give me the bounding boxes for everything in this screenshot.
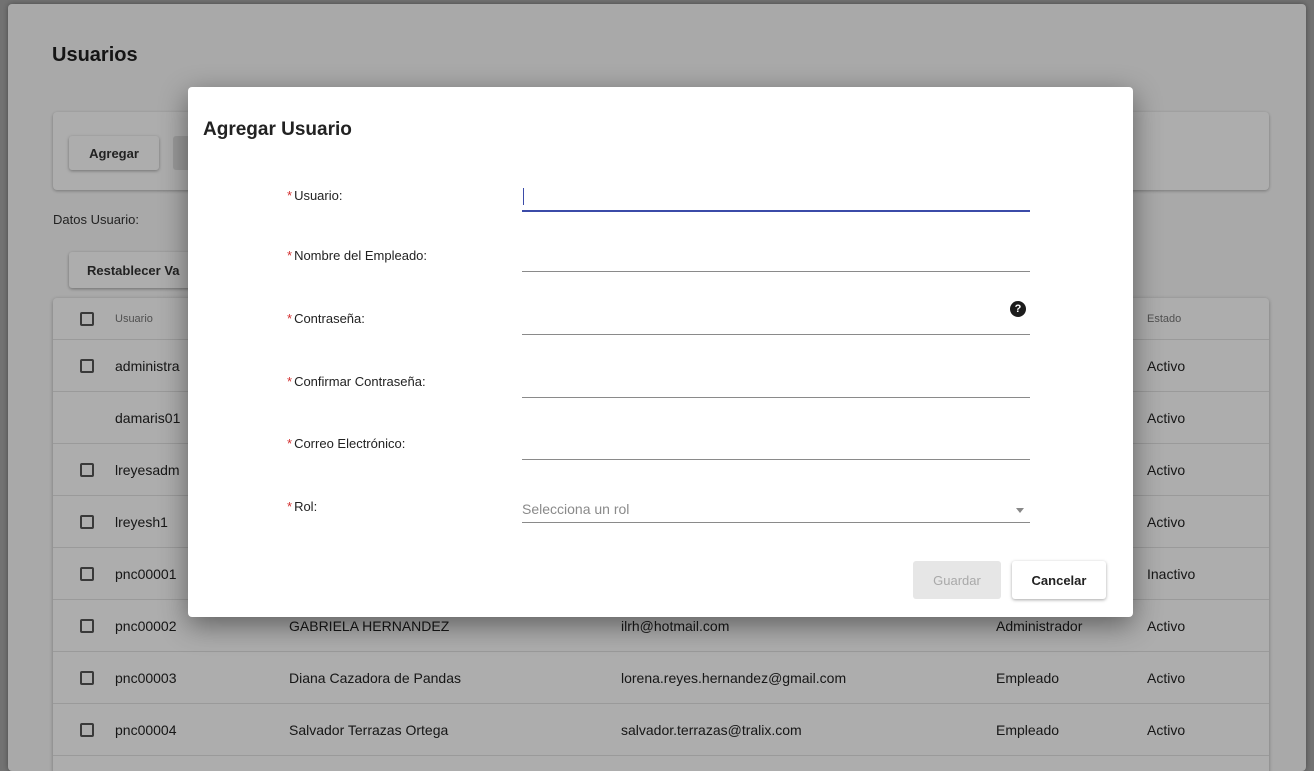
- required-mark: *: [287, 248, 293, 263]
- required-mark: *: [287, 188, 293, 203]
- correo-label: * Correo Electrónico:: [287, 436, 406, 451]
- usuario-input[interactable]: [522, 180, 1030, 210]
- save-button[interactable]: Guardar: [913, 561, 1001, 599]
- form-row-confirm: * Confirmar Contraseña:: [188, 366, 1133, 406]
- confirm-password-label: * Confirmar Contraseña:: [287, 374, 426, 389]
- form-row-correo: * Correo Electrónico:: [188, 428, 1133, 468]
- required-mark: *: [287, 436, 293, 451]
- dialog-title: Agregar Usuario: [203, 119, 352, 140]
- required-mark: *: [287, 499, 293, 514]
- add-user-dialog: Agregar Usuario * Usuario: * Nombre del Em…: [188, 87, 1133, 617]
- rol-select-placeholder: Selecciona un rol: [522, 501, 630, 517]
- text-caret: [523, 188, 524, 205]
- required-mark: *: [287, 374, 293, 389]
- password-field[interactable]: ?: [522, 301, 1030, 335]
- rol-select[interactable]: Selecciona un rol: [522, 491, 1030, 523]
- usuario-field[interactable]: [522, 180, 1030, 212]
- required-mark: *: [287, 311, 293, 326]
- cancel-button[interactable]: Cancelar: [1012, 561, 1106, 599]
- nombre-field[interactable]: [522, 240, 1030, 272]
- form-row-password: * Contraseña: ?: [188, 301, 1133, 343]
- password-input[interactable]: [522, 303, 1030, 334]
- usuario-label: * Usuario:: [287, 188, 343, 203]
- form-row-rol: * Rol: Selecciona un rol: [188, 491, 1133, 531]
- question-circle-icon[interactable]: ?: [1010, 301, 1026, 317]
- confirm-password-field[interactable]: [522, 366, 1030, 398]
- dropdown-arrow-icon: [1016, 508, 1024, 513]
- correo-field[interactable]: [522, 428, 1030, 460]
- form-row-nombre: * Nombre del Empleado:: [188, 240, 1133, 280]
- nombre-label: * Nombre del Empleado:: [287, 248, 428, 263]
- password-label: * Contraseña:: [287, 311, 365, 326]
- form-row-usuario: * Usuario:: [188, 180, 1133, 220]
- confirm-password-input[interactable]: [522, 366, 1030, 397]
- correo-input[interactable]: [522, 428, 1030, 459]
- nombre-input[interactable]: [522, 240, 1030, 271]
- rol-label: * Rol:: [287, 499, 318, 514]
